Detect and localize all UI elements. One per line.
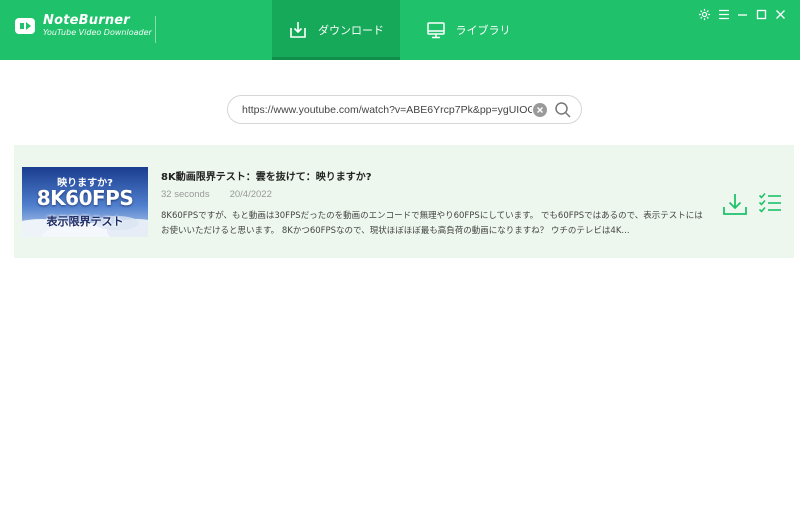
tab-download[interactable]: ダウンロード: [272, 0, 400, 60]
video-title: 8K動画限界テスト：雲を抜けて：映りますか?: [161, 172, 372, 183]
video-duration: 32 seconds: [161, 189, 210, 200]
close-button[interactable]: [771, 6, 790, 22]
noteburner-logo-icon: [15, 17, 35, 34]
tab-library[interactable]: ライブラリ: [412, 0, 524, 60]
url-input[interactable]: [242, 102, 532, 118]
tab-library-label: ライブラリ: [455, 24, 511, 37]
app-name: NoteBurner: [43, 13, 130, 28]
maximize-icon: [756, 9, 767, 19]
app-logo: NoteBurner YouTube Video Downloader: [14, 14, 152, 37]
menu-icon: [718, 9, 729, 19]
menu-button[interactable]: [714, 6, 733, 22]
video-meta: 32 seconds 20/4/2022: [161, 189, 272, 200]
download-video-button[interactable]: [722, 192, 748, 216]
video-thumbnail: 映りますか? 8K60FPS 表示限界テスト: [22, 167, 148, 237]
search-icon[interactable]: [554, 101, 572, 119]
app-subtitle: YouTube Video Downloader: [43, 28, 152, 37]
settings-button[interactable]: [695, 6, 714, 22]
video-date: 20/4/2022: [229, 189, 272, 200]
video-result-card: 映りますか? 8K60FPS 表示限界テスト 8K動画限界テスト：雲を抜けて：映…: [14, 145, 794, 258]
maximize-button[interactable]: [752, 6, 771, 22]
tab-download-label: ダウンロード: [318, 24, 384, 37]
monitor-icon: [426, 22, 445, 39]
video-description: 8K60FPSですが、もと動画は30FPSだったのを動画のエンコードで無理やり6…: [161, 211, 703, 236]
close-icon: [776, 9, 785, 19]
clear-button[interactable]: [533, 103, 547, 117]
thumbnail-text-line2: 8K60FPS: [36, 186, 134, 210]
minimize-icon: [738, 13, 747, 16]
url-search-bar: [227, 95, 582, 124]
checklist-icon[interactable]: [758, 192, 782, 214]
minimize-button[interactable]: [733, 6, 752, 22]
thumbnail-text-line3: 表示限界テスト: [46, 215, 124, 228]
app-header: NoteBurner YouTube Video Downloader ダウンロ…: [0, 0, 800, 60]
window-controls: [695, 6, 790, 22]
clear-icon: [537, 107, 543, 113]
header-divider: [155, 16, 156, 43]
download-icon: [290, 22, 306, 38]
settings-icon: [698, 8, 711, 20]
